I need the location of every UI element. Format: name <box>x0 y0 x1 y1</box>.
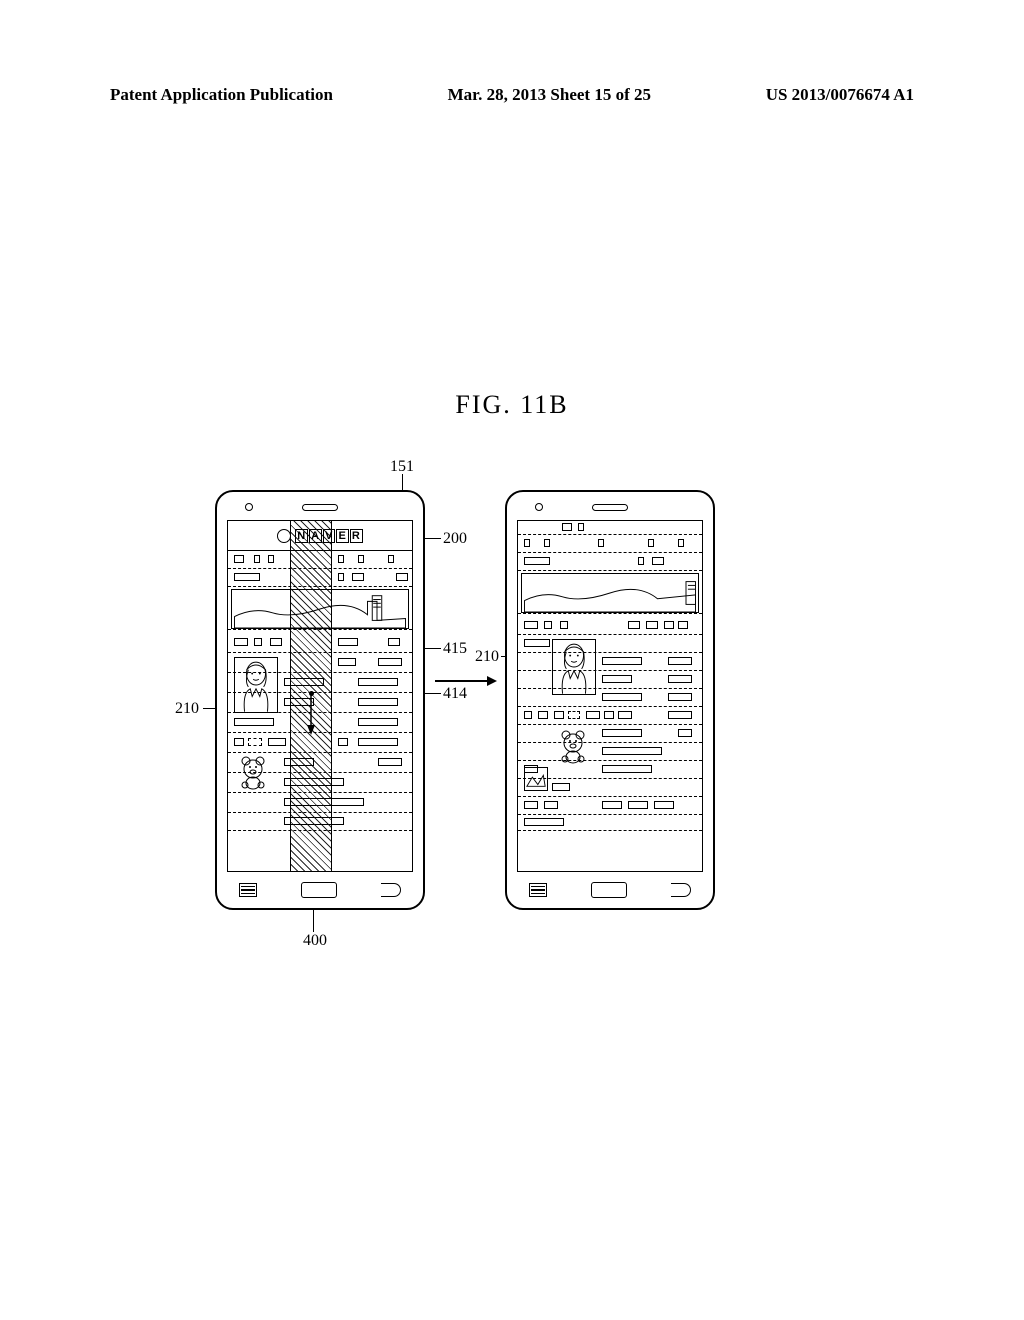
header-right: US 2013/0076674 A1 <box>766 85 914 105</box>
content-row <box>518 635 702 653</box>
logo-letter: R <box>350 529 363 543</box>
logo-letter: E <box>336 529 348 543</box>
content-row <box>518 521 702 535</box>
phone-top <box>217 500 423 514</box>
phone-top <box>507 500 713 514</box>
camera-icon <box>245 503 253 511</box>
transition-arrow-icon <box>435 680 495 682</box>
home-button-icon[interactable] <box>301 882 337 898</box>
content-row <box>518 707 702 725</box>
content-row <box>518 797 702 815</box>
landscape-image <box>521 573 699 613</box>
phone-screen-left: NAVER <box>227 520 413 872</box>
menu-button-icon[interactable] <box>239 883 257 897</box>
home-button-icon[interactable] <box>591 882 627 898</box>
browser-logo-row: NAVER <box>228 521 412 551</box>
page-header: Patent Application Publication Mar. 28, … <box>0 85 1024 105</box>
callout-415: 415 <box>443 640 467 658</box>
lead-line <box>313 910 314 932</box>
logo-icon <box>277 529 291 543</box>
logo-letter: A <box>309 529 322 543</box>
logo-letter: N <box>295 529 308 543</box>
content-row <box>518 653 702 671</box>
figure-label: FIG. 11B <box>0 390 1024 420</box>
content-row <box>228 793 412 813</box>
header-center: Mar. 28, 2013 Sheet 15 of 25 <box>448 85 651 105</box>
speaker-icon <box>592 504 628 511</box>
content-row <box>228 713 412 733</box>
content-row <box>228 569 412 587</box>
content-row <box>518 743 702 761</box>
content-row <box>228 733 412 753</box>
content-row <box>228 633 412 653</box>
phone-right <box>505 490 715 910</box>
content-row <box>228 693 412 713</box>
header-left: Patent Application Publication <box>110 85 333 105</box>
content-row <box>228 813 412 831</box>
logo-letter: V <box>323 529 335 543</box>
content-row <box>518 671 702 689</box>
callout-414: 414 <box>443 685 467 703</box>
content-row <box>518 535 702 553</box>
bear-image <box>238 755 268 791</box>
content-row <box>518 815 702 831</box>
phone-left: NAVER <box>215 490 425 910</box>
patent-figure: 151 200 415 414 210 210 400 NAVER <box>195 470 815 950</box>
back-button-icon[interactable] <box>671 883 691 897</box>
content-row <box>518 553 702 571</box>
callout-200: 200 <box>443 530 467 548</box>
landscape-image <box>231 589 409 629</box>
content-row <box>518 779 702 797</box>
content-row <box>518 689 702 707</box>
content-row <box>518 617 702 635</box>
menu-button-icon[interactable] <box>529 883 547 897</box>
camera-icon <box>535 503 543 511</box>
callout-210-left: 210 <box>175 700 199 718</box>
phone-screen-right <box>517 520 703 872</box>
content-row <box>518 725 702 743</box>
content-row <box>228 551 412 569</box>
phone-nav-bar <box>507 880 713 900</box>
back-button-icon[interactable] <box>381 883 401 897</box>
callout-400: 400 <box>303 932 327 950</box>
speaker-icon <box>302 504 338 511</box>
content-row <box>228 673 412 693</box>
phone-nav-bar <box>217 880 423 900</box>
callout-210-right: 210 <box>475 648 499 666</box>
